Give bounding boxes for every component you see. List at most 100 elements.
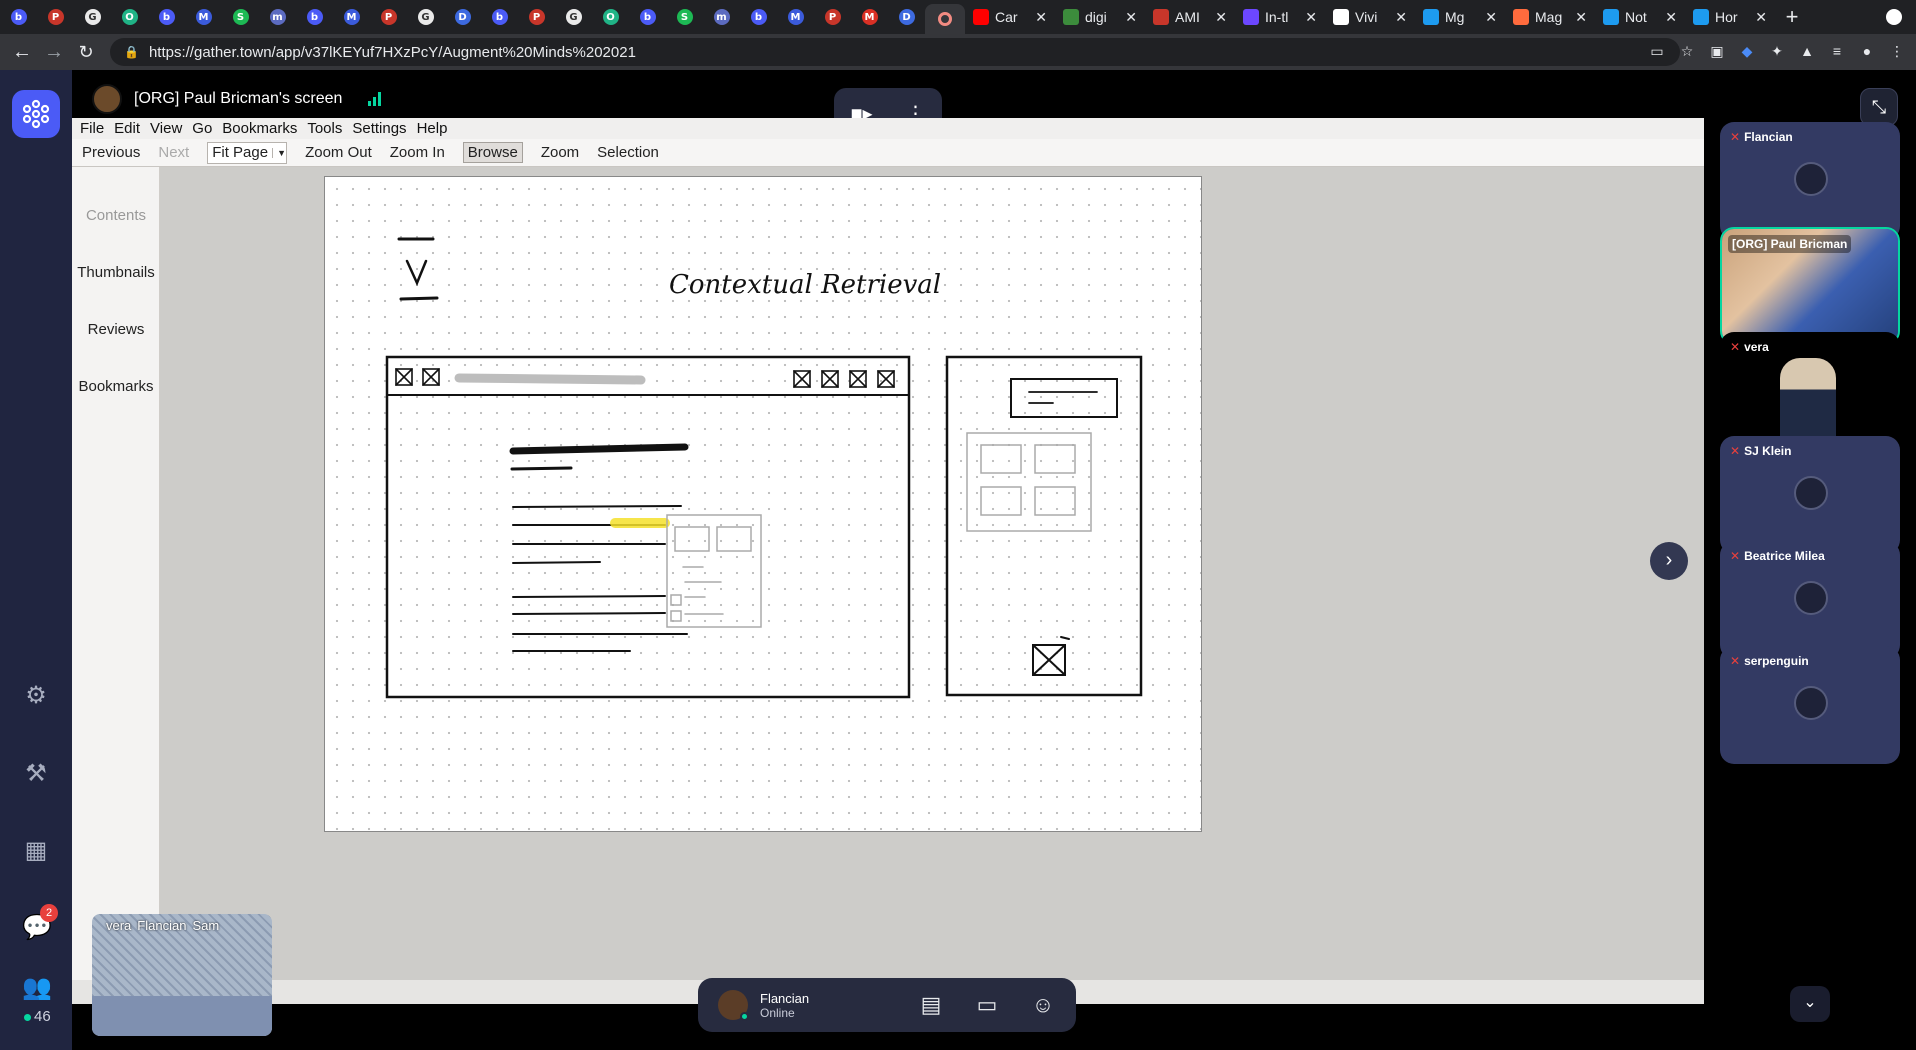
- menu-file[interactable]: File: [80, 120, 104, 137]
- emoji-icon[interactable]: ☺: [1028, 990, 1058, 1020]
- participant-tile[interactable]: [ORG] Paul Bricman: [1720, 227, 1900, 345]
- camera-off-icon[interactable]: ▭: [1648, 42, 1666, 60]
- pinned-tab[interactable]: P: [518, 0, 555, 34]
- puzzle-icon[interactable]: ✦: [1768, 42, 1786, 60]
- menu-tools[interactable]: Tools: [307, 120, 342, 137]
- pinned-tab[interactable]: G: [74, 0, 111, 34]
- menu-bookmarks[interactable]: Bookmarks: [222, 120, 297, 137]
- new-tab-button[interactable]: +: [1775, 4, 1809, 30]
- close-icon[interactable]: ✕: [1665, 9, 1677, 26]
- pinned-tab[interactable]: M: [185, 0, 222, 34]
- previous-button[interactable]: Previous: [82, 144, 140, 161]
- build-hammer-icon[interactable]: ⚒: [22, 760, 50, 788]
- close-icon[interactable]: ✕: [1575, 9, 1587, 26]
- menu-settings[interactable]: Settings: [352, 120, 406, 137]
- pinned-tab[interactable]: m: [259, 0, 296, 34]
- pinned-tab[interactable]: S: [666, 0, 703, 34]
- pinned-tab[interactable]: M: [333, 0, 370, 34]
- collapse-icon[interactable]: ⤡: [1860, 88, 1898, 126]
- extension-icon[interactable]: ▲: [1798, 42, 1816, 60]
- close-icon[interactable]: ✕: [1485, 9, 1497, 26]
- close-icon[interactable]: ✕: [1305, 9, 1317, 26]
- chevron-down-icon[interactable]: ⌄: [1790, 986, 1830, 1022]
- pinned-tab[interactable]: m: [703, 0, 740, 34]
- zoom-button[interactable]: Zoom: [541, 144, 579, 161]
- pinned-tab[interactable]: O: [592, 0, 629, 34]
- close-icon[interactable]: ✕: [1755, 9, 1767, 26]
- pinned-tab[interactable]: G: [407, 0, 444, 34]
- browser-tab[interactable]: AMI ✕: [1145, 0, 1235, 34]
- zoom-select[interactable]: Fit Page ▼: [207, 141, 288, 164]
- extension-icon[interactable]: ◆: [1738, 42, 1756, 60]
- menu-help[interactable]: Help: [417, 120, 448, 137]
- browser-tab[interactable]: digi ✕: [1055, 0, 1145, 34]
- pinned-tab[interactable]: P: [370, 0, 407, 34]
- pinned-tab[interactable]: P: [814, 0, 851, 34]
- menu-go[interactable]: Go: [192, 120, 212, 137]
- participant-tile[interactable]: ✕ vera: [1720, 332, 1900, 450]
- extension-icon[interactable]: ▣: [1708, 42, 1726, 60]
- online-count[interactable]: 46: [24, 1008, 51, 1025]
- pinned-tab[interactable]: b: [629, 0, 666, 34]
- close-icon[interactable]: ✕: [1035, 9, 1047, 26]
- browser-tab[interactable]: Vivi ✕: [1325, 0, 1415, 34]
- more-icon[interactable]: ⋮: [1888, 42, 1906, 60]
- next-page-icon[interactable]: ›: [1650, 542, 1688, 580]
- zoom-in-button[interactable]: Zoom In: [390, 144, 445, 161]
- bookmark-star-icon[interactable]: ☆: [1678, 42, 1696, 60]
- pinned-tab[interactable]: b: [296, 0, 333, 34]
- pinned-tab[interactable]: b: [740, 0, 777, 34]
- minimap[interactable]: vera Flancian Sam: [92, 914, 272, 1036]
- calendar-icon[interactable]: ▦: [22, 837, 50, 865]
- user-info[interactable]: Flancian Online: [760, 991, 809, 1020]
- browser-tab[interactable]: Not ✕: [1595, 0, 1685, 34]
- browser-tab[interactable]: Hor ✕: [1685, 0, 1775, 34]
- menu-edit[interactable]: Edit: [114, 120, 140, 137]
- pinned-tab[interactable]: b: [0, 0, 37, 34]
- participant-tile[interactable]: ✕ Flancian: [1720, 122, 1900, 240]
- settings-gear-icon[interactable]: ⚙: [22, 682, 50, 710]
- pinned-tab[interactable]: P: [37, 0, 74, 34]
- address-bar[interactable]: 🔒 https://gather.town/app/v37lKEYuf7HXzP…: [110, 38, 1680, 66]
- profile-icon[interactable]: ●: [1858, 42, 1876, 60]
- browser-tab[interactable]: Mag ✕: [1505, 0, 1595, 34]
- selection-button[interactable]: Selection: [597, 144, 659, 161]
- gather-logo[interactable]: [12, 90, 60, 138]
- pinned-tab[interactable]: b: [481, 0, 518, 34]
- forward-icon[interactable]: →: [38, 41, 70, 64]
- pinned-tab[interactable]: M: [851, 0, 888, 34]
- active-tab[interactable]: [925, 4, 965, 34]
- browser-tab[interactable]: In-tl ✕: [1235, 0, 1325, 34]
- back-icon[interactable]: ←: [6, 41, 38, 64]
- pinned-tab[interactable]: O: [111, 0, 148, 34]
- pinned-tab[interactable]: D: [888, 0, 925, 34]
- pinned-tab[interactable]: S: [222, 0, 259, 34]
- pinned-tab[interactable]: D: [444, 0, 481, 34]
- avatar[interactable]: [718, 990, 749, 1021]
- sidepane-reviews[interactable]: Reviews: [72, 321, 160, 338]
- participant-tile[interactable]: ✕ serpenguin: [1720, 646, 1900, 764]
- pinned-tab[interactable]: G: [555, 0, 592, 34]
- next-button[interactable]: Next: [158, 144, 189, 161]
- participant-tile[interactable]: ✕ SJ Klein: [1720, 436, 1900, 554]
- browser-tab[interactable]: Mg ✕: [1415, 0, 1505, 34]
- close-icon[interactable]: ✕: [1395, 9, 1407, 26]
- participants-icon[interactable]: 👥: [22, 974, 52, 1002]
- participant-tile[interactable]: ✕ Beatrice Milea: [1720, 541, 1900, 659]
- browser-tab[interactable]: Car ✕: [965, 0, 1055, 34]
- reload-icon[interactable]: ↻: [70, 42, 102, 63]
- map-icon[interactable]: ▤: [916, 990, 946, 1020]
- pinned-tab[interactable]: M: [777, 0, 814, 34]
- sidepane-thumbnails[interactable]: Thumbnails: [72, 264, 160, 281]
- sidepane-bookmarks[interactable]: Bookmarks: [72, 378, 160, 395]
- media-icon[interactable]: ≡: [1828, 42, 1846, 60]
- tab-search-icon[interactable]: [1886, 9, 1902, 25]
- zoom-out-button[interactable]: Zoom Out: [305, 144, 372, 161]
- sidepane-contents[interactable]: Contents: [72, 207, 160, 224]
- menu-view[interactable]: View: [150, 120, 182, 137]
- screen-share-icon[interactable]: ▭: [972, 990, 1002, 1020]
- pinned-tab[interactable]: b: [148, 0, 185, 34]
- browse-button[interactable]: Browse: [462, 142, 523, 163]
- close-icon[interactable]: ✕: [1215, 9, 1227, 26]
- close-icon[interactable]: ✕: [1125, 9, 1137, 26]
